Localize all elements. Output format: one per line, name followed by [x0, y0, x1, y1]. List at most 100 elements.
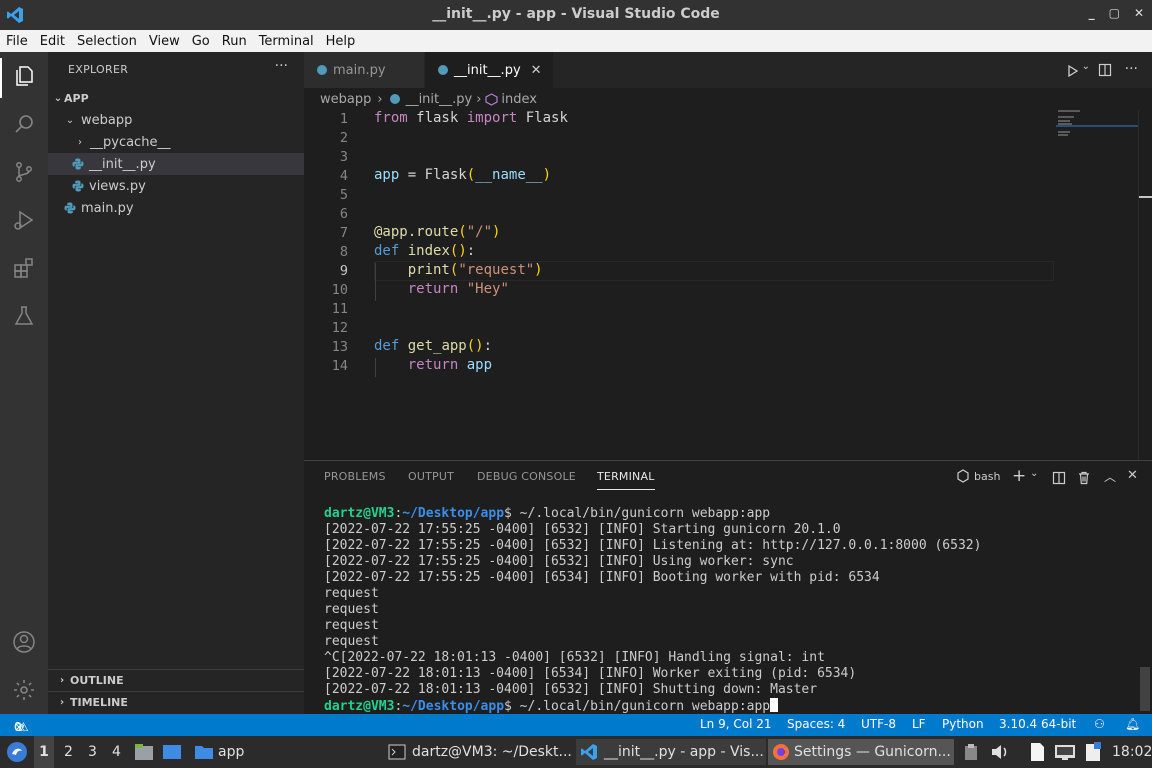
editor-more-icon[interactable]: ···	[1125, 61, 1138, 77]
menu-selection[interactable]: Selection	[77, 34, 137, 49]
minimap[interactable]	[1056, 110, 1138, 140]
terminal-line: [2022-07-22 17:55:25 -0400] [6532] [INFO…	[324, 538, 982, 553]
chevron-down-icon: ⌄	[53, 92, 63, 104]
terminal-scrollbar[interactable]	[1140, 667, 1150, 711]
tab-problems[interactable]: PROBLEMS	[324, 470, 386, 483]
testing-flask-icon[interactable]	[10, 302, 38, 330]
symbol-method-icon	[485, 92, 499, 106]
tab-init-py[interactable]: __init__.py ✕	[425, 52, 553, 88]
close-window-icon[interactable]: ✕	[1134, 6, 1144, 20]
terminal-line: request	[324, 634, 379, 649]
manage-gear-icon[interactable]	[10, 676, 38, 704]
python-file-icon	[317, 65, 327, 75]
feedback-icon[interactable]: ⚇	[1094, 717, 1105, 731]
new-terminal-icon[interactable]: +	[1012, 466, 1026, 486]
taskbar-window-vscode[interactable]: __init__.py - app - Vis...	[576, 739, 766, 765]
notifications-bell-icon[interactable]: 🔔︎	[1125, 717, 1140, 731]
menu-bar: File Edit Selection View Go Run Terminal…	[0, 30, 1152, 52]
tree-file-views[interactable]: views.py	[48, 175, 304, 197]
tree-root-app[interactable]: ⌄ APP	[48, 87, 304, 109]
code-line: @app.route("/")	[374, 224, 501, 240]
account-icon[interactable]	[10, 628, 38, 656]
network-tray-icon[interactable]	[1054, 736, 1076, 768]
kill-terminal-trash-icon[interactable]	[1077, 470, 1091, 489]
tree-folder-webapp[interactable]: ⌄ webapp	[48, 109, 304, 131]
more-actions-icon[interactable]: ···	[275, 58, 288, 74]
minimize-icon[interactable]: _	[1089, 6, 1095, 20]
workspace-1[interactable]: 1	[34, 736, 54, 768]
indentation[interactable]: Spaces: 4	[787, 717, 845, 731]
tab-debug-console[interactable]: DEBUG CONSOLE	[477, 470, 576, 483]
menu-edit[interactable]: Edit	[40, 34, 65, 49]
terminal-line: request	[324, 586, 379, 601]
maximize-icon[interactable]: ▢	[1109, 6, 1120, 20]
notes-tray-icon[interactable]	[1028, 736, 1046, 768]
tab-main-py[interactable]: main.py	[304, 52, 424, 88]
end-of-line[interactable]: LF	[912, 717, 926, 731]
volume-icon[interactable]	[990, 736, 1010, 768]
menu-run[interactable]: Run	[222, 34, 247, 49]
explorer-header: EXPLORER	[68, 63, 129, 76]
close-panel-icon[interactable]: ✕	[1127, 468, 1138, 483]
clock[interactable]: 18:02	[1112, 736, 1152, 768]
tab-terminal[interactable]: TERMINAL	[597, 470, 655, 490]
line-number: 6	[339, 206, 348, 222]
python-file-icon	[438, 65, 448, 75]
editor-scrollbar[interactable]	[1138, 110, 1152, 460]
terminal-dropdown-icon[interactable]: ⌄	[1030, 468, 1038, 479]
code-line: print("request")	[407, 262, 543, 278]
desktop-icon[interactable]	[162, 736, 182, 768]
terminal-output[interactable]: dartz@VM3:~/Desktop/app$ ~/.local/bin/gu…	[324, 506, 981, 715]
menu-terminal[interactable]: Terminal	[259, 34, 314, 49]
run-dropdown-icon[interactable]: ⌄	[1082, 61, 1090, 72]
terminal-line: [2022-07-22 17:55:25 -0400] [6534] [INFO…	[324, 570, 880, 585]
line-number: 11	[331, 301, 348, 317]
extensions-icon[interactable]	[10, 254, 38, 282]
language-mode[interactable]: Python	[942, 717, 984, 731]
cursor-position[interactable]: Ln 9, Col 21	[700, 717, 772, 731]
terminal-line: ^C[2022-07-22 18:01:13 -0400] [6532] [IN…	[324, 650, 825, 665]
breadcrumb-file[interactable]: __init__.py	[406, 92, 473, 107]
tree-folder-pycache[interactable]: › __pycache__	[48, 131, 304, 153]
tab-output[interactable]: OUTPUT	[408, 470, 454, 483]
code-editor[interactable]: 1 2 3 4 5 6 7 8 9 10 11 12 13 14 from fl…	[304, 110, 1152, 460]
workspace-2[interactable]: 2	[64, 736, 73, 768]
chevron-down-icon: ⌄	[65, 114, 75, 126]
taskbar-window-terminal[interactable]: dartz@VM3: ~/Deskt...	[384, 739, 574, 765]
python-interpreter[interactable]: 3.10.4 64-bit	[999, 717, 1076, 731]
terminal-shell-icon	[957, 469, 969, 483]
run-file-icon[interactable]	[1066, 63, 1080, 82]
terminal-line: [2022-07-22 18:01:13 -0400] [6532] [INFO…	[324, 682, 818, 697]
update-tray-icon[interactable]	[1084, 736, 1102, 768]
timeline-section[interactable]: › TIMELINE	[48, 691, 304, 713]
menu-go[interactable]: Go	[192, 34, 210, 49]
tree-file-main[interactable]: main.py	[48, 197, 304, 219]
workspace-3[interactable]: 3	[88, 736, 97, 768]
menu-file[interactable]: File	[6, 34, 28, 49]
line-number: 1	[339, 111, 348, 127]
outline-section[interactable]: › OUTLINE	[48, 669, 304, 691]
file-manager-icon[interactable]	[134, 736, 154, 768]
folder-app-launcher[interactable]: app	[194, 736, 244, 768]
menu-view[interactable]: View	[149, 34, 180, 49]
source-control-icon[interactable]	[10, 158, 38, 186]
menu-help[interactable]: Help	[326, 34, 356, 49]
tree-file-init[interactable]: __init__.py	[48, 153, 304, 175]
workspace-4[interactable]: 4	[112, 736, 121, 768]
maximize-panel-icon[interactable]: ︿	[1104, 468, 1116, 485]
taskbar-window-firefox[interactable]: Settings — Gunicorn...	[768, 739, 954, 765]
run-debug-icon[interactable]	[10, 206, 38, 234]
terminal-shell-selector[interactable]: bash	[956, 469, 1000, 483]
encoding[interactable]: UTF-8	[861, 717, 896, 731]
search-icon[interactable]	[10, 110, 38, 138]
split-terminal-icon[interactable]	[1052, 470, 1066, 489]
start-menu-icon[interactable]	[6, 736, 28, 768]
breadcrumb-folder[interactable]: webapp	[320, 92, 371, 107]
breadcrumb-symbol[interactable]: index	[501, 92, 537, 107]
chevron-right-icon: ›	[59, 675, 65, 686]
line-number: 5	[339, 187, 348, 203]
close-tab-icon[interactable]: ✕	[531, 63, 542, 78]
clipboard-tray-icon[interactable]	[962, 736, 980, 768]
explorer-icon[interactable]	[10, 62, 38, 90]
split-editor-icon[interactable]	[1098, 62, 1112, 81]
